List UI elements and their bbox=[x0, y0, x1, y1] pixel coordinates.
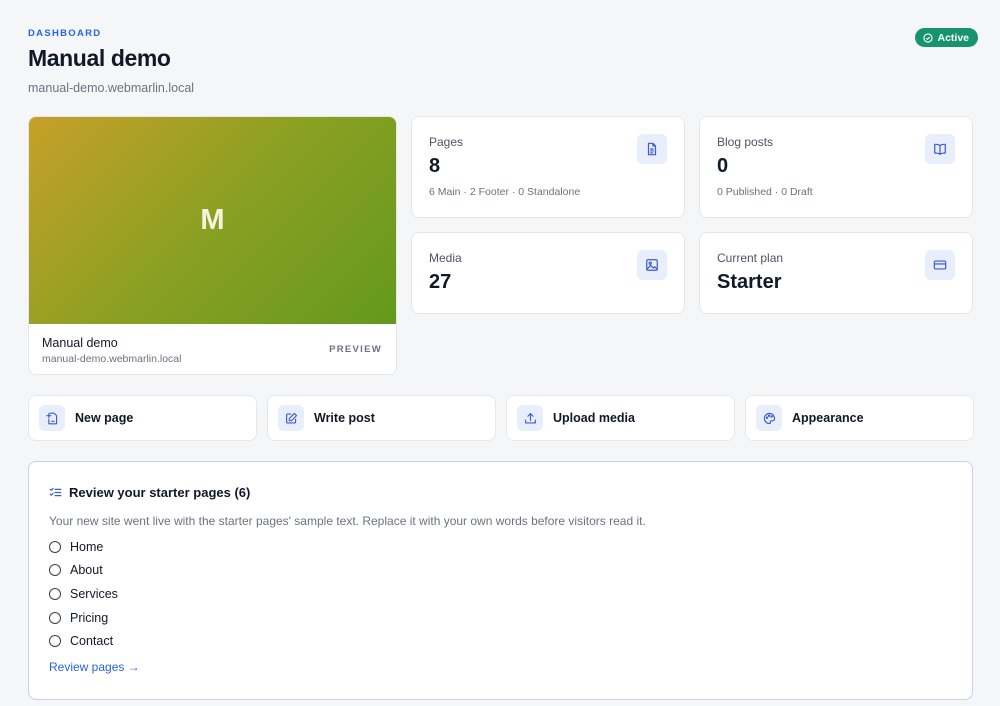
radio-button[interactable] bbox=[49, 611, 61, 624]
page-name: Contact bbox=[70, 634, 114, 649]
action-label: Upload media bbox=[553, 411, 635, 425]
site-initial: M bbox=[200, 204, 225, 236]
upload-media-button[interactable]: Upload media bbox=[506, 395, 735, 441]
site-domain: manual-demo.webmarlin.local bbox=[28, 81, 195, 95]
list-item[interactable]: Contact bbox=[49, 629, 952, 653]
upload-icon bbox=[517, 405, 543, 431]
radio-button[interactable] bbox=[49, 564, 61, 577]
starter-pages-list: Home About Services Pricing Contact bbox=[49, 535, 952, 653]
review-header: Review your starter pages (6) bbox=[49, 485, 952, 500]
stat-card-blog-posts[interactable]: Blog posts 0 0 Published · 0 Draft bbox=[699, 116, 973, 218]
action-label: New page bbox=[75, 411, 134, 425]
review-title: Review your starter pages (6) bbox=[69, 485, 251, 500]
stat-value: Starter bbox=[717, 271, 782, 293]
new-page-icon bbox=[39, 405, 65, 431]
preview-link[interactable]: PREVIEW bbox=[329, 344, 382, 355]
list-item[interactable]: Services bbox=[49, 582, 952, 606]
stat-card-media[interactable]: Media 27 bbox=[411, 232, 685, 314]
site-thumbnail: M bbox=[29, 117, 396, 324]
page-name: Home bbox=[70, 539, 104, 554]
checklist-icon bbox=[49, 487, 62, 497]
document-icon bbox=[637, 134, 667, 164]
stat-breakdown: 0 Published · 0 Draft bbox=[717, 186, 813, 198]
list-item[interactable]: Pricing bbox=[49, 606, 952, 630]
page-name: Services bbox=[70, 586, 118, 601]
page-title: Manual demo bbox=[28, 45, 171, 71]
stat-label: Pages bbox=[429, 135, 464, 149]
credit-card-icon bbox=[925, 250, 955, 280]
status-label: Active bbox=[937, 31, 969, 44]
stat-breakdown: 6 Main · 2 Footer · 0 Standalone bbox=[429, 186, 581, 198]
status-badge: Active bbox=[915, 28, 978, 47]
new-page-button[interactable]: New page bbox=[28, 395, 257, 441]
radio-button[interactable] bbox=[49, 587, 61, 600]
radio-button[interactable] bbox=[49, 635, 61, 648]
action-label: Appearance bbox=[792, 411, 864, 425]
action-label: Write post bbox=[314, 411, 375, 425]
book-icon bbox=[925, 134, 955, 164]
stat-card-pages[interactable]: Pages 8 6 Main · 2 Footer · 0 Standalone bbox=[411, 116, 685, 218]
stat-card-current-plan[interactable]: Current plan Starter bbox=[699, 232, 973, 314]
stat-label: Media bbox=[429, 251, 462, 265]
stat-value: 8 bbox=[429, 155, 441, 177]
preview-footer: Manual demo manual-demo.webmarlin.local … bbox=[29, 324, 396, 374]
stat-label: Current plan bbox=[717, 251, 784, 265]
stat-value: 0 bbox=[717, 155, 729, 177]
page-name: About bbox=[70, 563, 103, 578]
review-pages-link[interactable]: Review pages → bbox=[49, 660, 140, 674]
section-eyebrow: DASHBOARD bbox=[28, 28, 102, 39]
review-description: Your new site went live with the starter… bbox=[49, 514, 646, 528]
stat-label: Blog posts bbox=[717, 135, 774, 149]
write-post-button[interactable]: Write post bbox=[267, 395, 496, 441]
page-header: DASHBOARD Manual demo manual-demo.webmar… bbox=[28, 28, 978, 98]
list-item[interactable]: Home bbox=[49, 535, 952, 559]
palette-icon bbox=[756, 405, 782, 431]
list-item[interactable]: About bbox=[49, 559, 952, 583]
image-icon bbox=[637, 250, 667, 280]
starter-pages-review-card: Review your starter pages (6) Your new s… bbox=[28, 461, 973, 700]
radio-button[interactable] bbox=[49, 540, 61, 553]
edit-icon bbox=[278, 405, 304, 431]
check-circle-icon bbox=[923, 32, 934, 43]
page-name: Pricing bbox=[70, 610, 109, 625]
site-preview-card[interactable]: M Manual demo manual-demo.webmarlin.loca… bbox=[28, 116, 397, 375]
stat-value: 27 bbox=[429, 271, 452, 293]
appearance-button[interactable]: Appearance bbox=[745, 395, 974, 441]
